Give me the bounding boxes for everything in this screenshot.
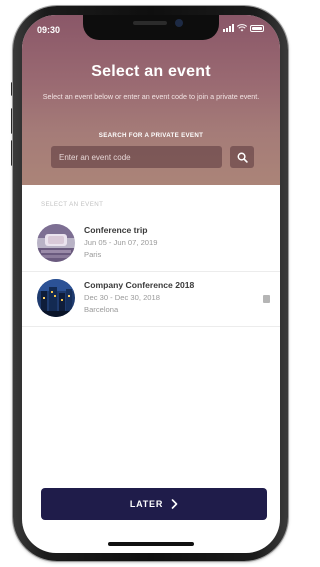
app-screen: 09:30 Select an event Select an event be… (22, 15, 280, 553)
conference-room-thumbnail (37, 224, 75, 262)
status-icons (223, 24, 264, 32)
event-item-company-conference-2018[interactable]: Company Conference 2018 Dec 30 - Dec 30,… (22, 272, 280, 327)
home-indicator[interactable] (108, 542, 194, 546)
speaker-grille (133, 21, 167, 25)
wifi-icon (237, 24, 247, 32)
page-title: Select an event (91, 63, 211, 80)
search-heading: SEARCH FOR A PRIVATE EVENT (98, 132, 204, 139)
event-city: Barcelona (84, 305, 119, 314)
battery-icon (250, 24, 264, 32)
signal-icon (223, 24, 234, 32)
city-night-thumbnail (37, 279, 75, 317)
event-name: Company Conference 2018 (84, 280, 195, 290)
device-mockup: 09:30 Select an event Select an event be… (0, 0, 296, 567)
event-dates: Jun 05 - Jun 07, 2019 (84, 238, 158, 247)
later-button-label: LATER (129, 499, 164, 509)
search-icon (237, 152, 248, 163)
events-section-label: SELECT AN EVENT (41, 201, 104, 208)
event-select-header: 09:30 Select an event Select an event be… (22, 15, 280, 185)
search-button[interactable] (230, 146, 254, 168)
event-item-conference-trip[interactable]: Conference trip Jun 05 - Jun 07, 2019 Pa… (22, 217, 280, 272)
status-time: 09:30 (37, 25, 61, 35)
notch (83, 15, 219, 40)
page-subtitle: Select an event below or enter an event … (42, 92, 260, 101)
item-indicator-icon (263, 295, 270, 303)
event-code-input[interactable] (51, 146, 222, 168)
event-dates: Dec 30 - Dec 30, 2018 (84, 293, 160, 302)
front-camera (175, 19, 183, 27)
later-button[interactable]: LATER (41, 488, 267, 520)
event-name: Conference trip (84, 225, 148, 235)
event-city: Paris (84, 250, 102, 259)
chevron-right-icon (171, 499, 178, 509)
